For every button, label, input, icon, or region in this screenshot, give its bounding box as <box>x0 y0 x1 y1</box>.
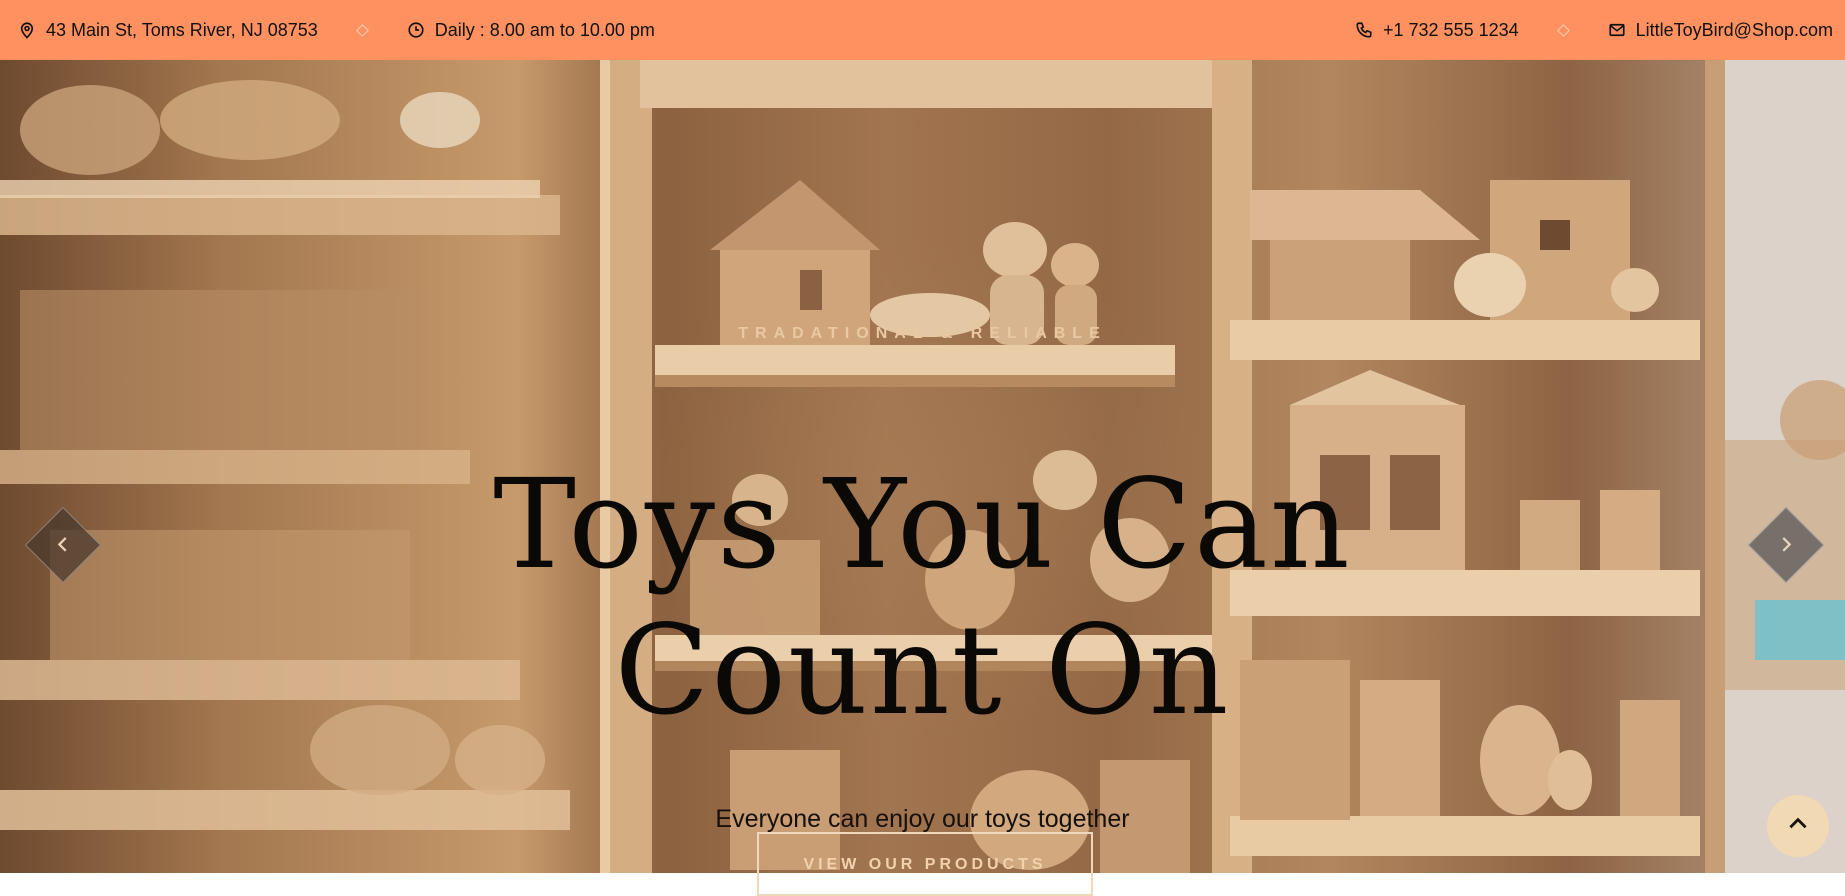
chevron-right-icon <box>1775 533 1797 560</box>
email-item[interactable]: LittleToyBird@Shop.com <box>1608 20 1833 41</box>
back-to-top-button[interactable] <box>1767 795 1829 857</box>
hero-subheadline: Everyone can enjoy our toys together <box>715 805 1130 833</box>
hero-eyebrow: TRADATIONAL & RELIABLE <box>738 325 1107 342</box>
headline-line-2: Count On <box>614 599 1231 743</box>
phone-link[interactable]: +1 732 555 1234 <box>1383 20 1519 41</box>
map-pin-icon <box>18 21 36 39</box>
hero-headline: Toys You Can Count On <box>0 452 1845 744</box>
top-info-right: +1 732 555 1234 LittleToyBird@Shop.com <box>1355 20 1833 41</box>
view-products-button[interactable]: VIEW OUR PRODUCTS <box>757 832 1093 896</box>
clock-icon <box>407 21 425 39</box>
email-link[interactable]: LittleToyBird@Shop.com <box>1636 20 1833 41</box>
diamond-separator <box>1556 23 1570 37</box>
address-item: 43 Main St, Toms River, NJ 08753 <box>18 20 318 41</box>
headline-line-1: Toys You Can <box>493 453 1352 597</box>
top-info-bar: 43 Main St, Toms River, NJ 08753 Daily :… <box>0 0 1845 60</box>
mail-icon <box>1608 21 1626 39</box>
address-text: 43 Main St, Toms River, NJ 08753 <box>46 19 318 40</box>
chevron-up-icon <box>1785 811 1811 842</box>
hours-text: Daily : 8.00 am to 10.00 pm <box>434 19 655 40</box>
diamond-separator <box>355 23 369 37</box>
hours-item: Daily : 8.00 am to 10.00 pm <box>407 20 655 41</box>
chevron-left-icon <box>52 533 74 560</box>
phone-item[interactable]: +1 732 555 1234 <box>1355 20 1519 41</box>
phone-icon <box>1355 21 1373 39</box>
top-info-left: 43 Main St, Toms River, NJ 08753 Daily :… <box>18 20 655 41</box>
hero-slider: TRADATIONAL & RELIABLE Toys You Can Coun… <box>0 60 1845 873</box>
